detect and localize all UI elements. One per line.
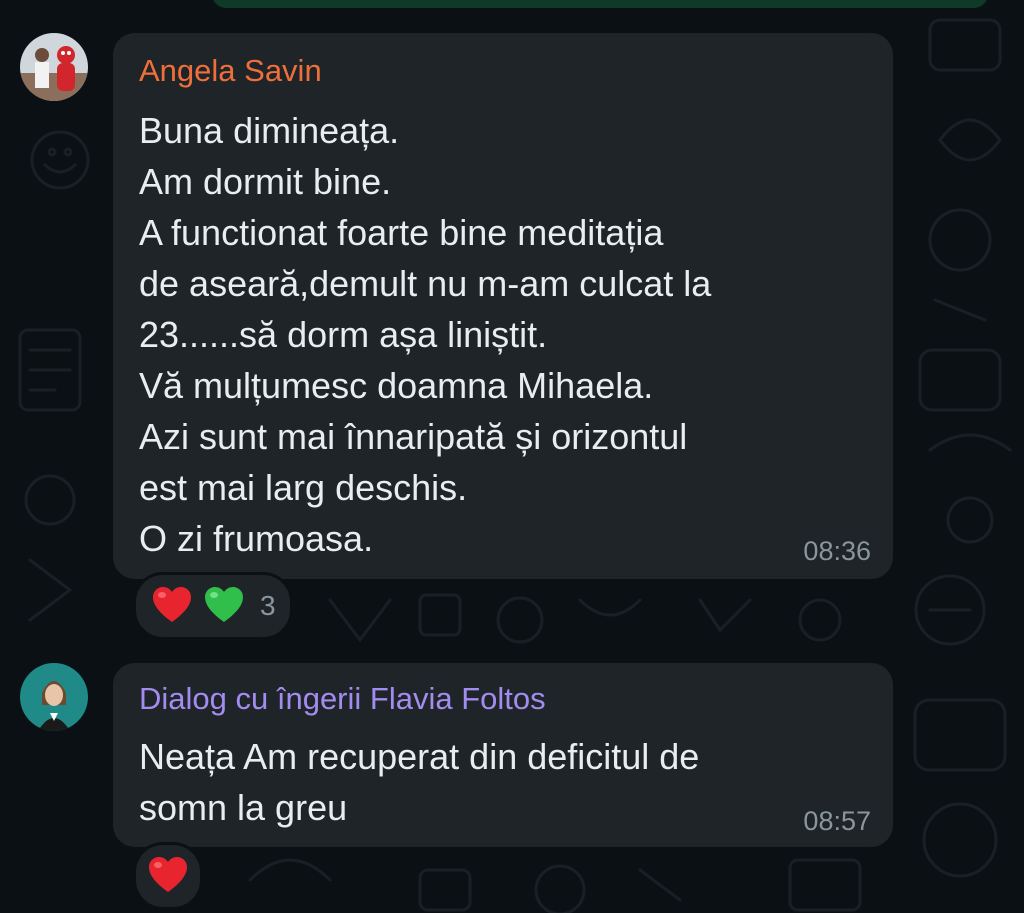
reactions-bar[interactable] xyxy=(133,842,203,910)
red-heart-icon xyxy=(153,587,191,622)
sender-name[interactable]: Dialog cu îngerii Flavia Foltos xyxy=(139,681,546,717)
previous-outgoing-bubble xyxy=(212,0,988,8)
message-text: Neața Am recuperat din deficitul de somn… xyxy=(139,736,700,828)
message-text: Buna dimineața. Am dormit bine. A functi… xyxy=(139,110,712,559)
reactions-bar[interactable]: 3 xyxy=(133,572,293,640)
message-time: 08:36 xyxy=(803,536,871,566)
avatar-photo-icon xyxy=(20,663,88,731)
reaction-count: 3 xyxy=(260,590,276,621)
sender-name[interactable]: Angela Savin xyxy=(139,53,322,89)
sender-avatar[interactable] xyxy=(20,33,88,101)
message-bubble[interactable]: Dialog cu îngerii Flavia Foltos Neața Am… xyxy=(113,663,893,847)
message-bubble[interactable]: Angela Savin Buna dimineața. Am dormit b… xyxy=(113,33,893,579)
red-heart-icon xyxy=(149,857,187,892)
message-time: 08:57 xyxy=(803,806,871,836)
avatar-photo-icon xyxy=(20,33,88,101)
sender-avatar[interactable] xyxy=(20,663,88,731)
green-heart-icon xyxy=(205,587,243,622)
